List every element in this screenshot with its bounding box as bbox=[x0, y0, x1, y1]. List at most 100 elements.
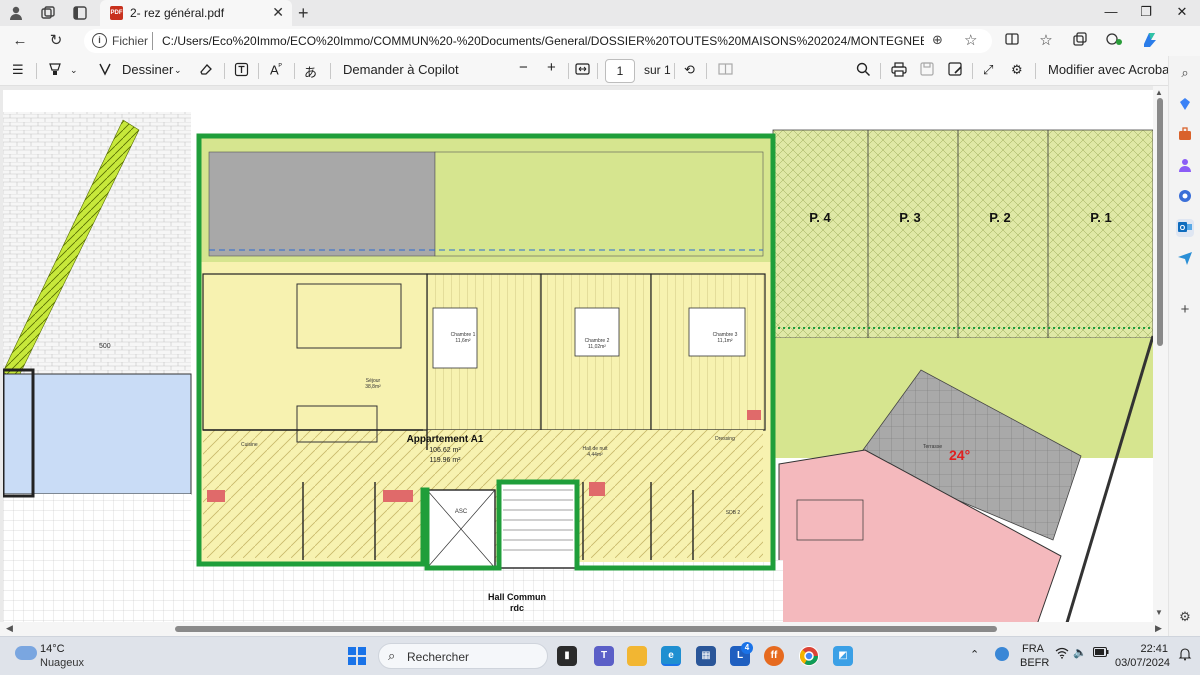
navigation-bar: ← ↻ i Fichier C:/Users/Eco%20Immo/ECO%20… bbox=[0, 26, 1200, 56]
weather-description[interactable]: Nuageux bbox=[40, 657, 84, 669]
workspaces-icon[interactable] bbox=[40, 5, 56, 21]
sidebar-search-icon[interactable]: ⌕ bbox=[1176, 64, 1194, 82]
onedrive-icon[interactable] bbox=[995, 647, 1009, 661]
sidebar-microsoft365-icon[interactable] bbox=[1176, 188, 1194, 206]
firefox-icon[interactable]: ff bbox=[764, 646, 784, 666]
horizontal-scroll-thumb[interactable] bbox=[175, 626, 997, 632]
teams-icon[interactable]: T bbox=[594, 646, 614, 666]
sidebar-shopping-icon[interactable] bbox=[1176, 96, 1194, 114]
keyboard-layout[interactable]: BEFR bbox=[1020, 657, 1049, 669]
url-text[interactable]: C:/Users/Eco%20Immo/ECO%20Immo/COMMUN%20… bbox=[162, 34, 924, 48]
favorite-star-icon[interactable]: ☆ bbox=[964, 31, 977, 49]
sidebar-games-icon[interactable] bbox=[1176, 157, 1194, 175]
weather-cloud-icon[interactable] bbox=[15, 646, 37, 660]
back-icon[interactable]: ← bbox=[10, 31, 30, 51]
new-tab-icon[interactable]: + bbox=[298, 3, 309, 24]
collections-icon[interactable] bbox=[1070, 31, 1090, 51]
highlight-chevron-icon[interactable]: ⌄ bbox=[70, 65, 78, 76]
parking-label-p3: P. 3 bbox=[899, 210, 920, 225]
tab-close-icon[interactable]: ✕ bbox=[272, 4, 284, 21]
scroll-left-icon[interactable]: ◀ bbox=[6, 623, 13, 634]
read-aloud-icon[interactable]: Aᴾ bbox=[270, 62, 282, 77]
tray-chevron-up-icon[interactable]: ⌃ bbox=[970, 648, 979, 661]
battery-icon[interactable] bbox=[1093, 647, 1109, 660]
pdf-viewport[interactable]: P. 4 P. 3 P. 2 P. 1 24° Appartement A1 1… bbox=[0, 86, 1168, 636]
edge-sidebar: ⌕ O + ⚙ bbox=[1168, 56, 1200, 636]
sidebar-settings-icon[interactable]: ⚙ bbox=[1176, 608, 1194, 626]
pdf-page[interactable]: P. 4 P. 3 P. 2 P. 1 24° Appartement A1 1… bbox=[3, 90, 1153, 636]
chrome-icon[interactable] bbox=[799, 646, 819, 666]
draw-icon[interactable] bbox=[98, 62, 112, 79]
close-window-icon[interactable]: ✕ bbox=[1172, 4, 1192, 20]
horizontal-scrollbar[interactable]: ◀ ▶ bbox=[0, 622, 1168, 636]
info-icon[interactable]: i bbox=[92, 33, 107, 48]
scroll-down-icon[interactable]: ▼ bbox=[1155, 608, 1163, 617]
pdf-file-icon: PDF bbox=[110, 6, 123, 20]
zoom-in-icon[interactable]: + bbox=[547, 59, 556, 76]
fullscreen-icon[interactable]: ⤢ bbox=[983, 62, 993, 78]
zoom-out-icon[interactable]: − bbox=[519, 59, 528, 76]
split-screen-icon[interactable] bbox=[1002, 31, 1022, 51]
parking-label-p2: P. 2 bbox=[989, 210, 1010, 225]
svg-text:O: O bbox=[1180, 225, 1186, 232]
language-code[interactable]: FRA bbox=[1022, 643, 1044, 655]
sidebar-add-icon[interactable]: + bbox=[1176, 301, 1194, 319]
settings-gear-icon[interactable]: ⚙ bbox=[1011, 62, 1023, 78]
living-room-label: Séjour 38,8m² bbox=[365, 378, 381, 390]
vertical-tabs-icon[interactable] bbox=[72, 5, 88, 21]
eraser-icon[interactable] bbox=[198, 62, 213, 79]
save-as-icon[interactable] bbox=[948, 62, 963, 79]
refresh-icon[interactable]: ↻ bbox=[46, 31, 66, 51]
profile-icon[interactable] bbox=[8, 5, 24, 21]
print-icon[interactable] bbox=[891, 62, 907, 80]
edit-with-acrobat-button[interactable]: Modifier avec Acrobat bbox=[1048, 62, 1173, 77]
task-view-icon[interactable]: ▮ bbox=[557, 646, 577, 666]
pdf-toolbar: ☰ ⌄ Dessiner ⌄ Aᴾ あ Demander à Copilot −… bbox=[0, 56, 1173, 86]
toolbar-separator bbox=[706, 63, 707, 79]
scroll-up-icon[interactable]: ▲ bbox=[1155, 88, 1163, 97]
taskbar-search-input[interactable]: ⌕ Rechercher bbox=[378, 643, 548, 669]
draw-chevron-icon[interactable]: ⌄ bbox=[174, 65, 182, 76]
vertical-scroll-thumb[interactable] bbox=[1157, 98, 1163, 346]
sidebar-outlook-icon[interactable]: O bbox=[1176, 219, 1194, 237]
draw-button[interactable]: Dessiner bbox=[122, 62, 173, 77]
save-icon[interactable] bbox=[920, 62, 934, 79]
contents-icon[interactable]: ☰ bbox=[12, 62, 24, 78]
copilot-icon[interactable] bbox=[1140, 30, 1160, 50]
fit-page-icon[interactable] bbox=[575, 62, 590, 79]
store-icon[interactable]: ▦ bbox=[696, 646, 716, 666]
weather-temperature[interactable]: 14°C bbox=[40, 643, 65, 655]
angle-label: 24° bbox=[949, 447, 970, 463]
address-separator bbox=[152, 32, 153, 50]
elevator-label: ASC bbox=[455, 509, 468, 515]
find-icon[interactable] bbox=[856, 62, 871, 80]
edge-icon[interactable]: e bbox=[661, 646, 681, 666]
browser-essentials-icon[interactable] bbox=[1104, 31, 1124, 51]
toolbar-separator bbox=[972, 63, 973, 79]
highlight-icon[interactable] bbox=[48, 62, 62, 79]
scroll-right-icon[interactable]: ▶ bbox=[1155, 623, 1162, 634]
clock-date[interactable]: 03/07/2024 bbox=[1115, 657, 1170, 669]
rotate-icon[interactable]: ⟲ bbox=[684, 62, 695, 78]
translate-icon[interactable]: あ bbox=[304, 62, 317, 81]
text-box-icon[interactable] bbox=[234, 62, 249, 80]
favorites-icon[interactable]: ☆ bbox=[1036, 31, 1056, 51]
zoom-icon[interactable]: ⊕ bbox=[932, 32, 943, 48]
address-bar[interactable]: i Fichier C:/Users/Eco%20Immo/ECO%20Immo… bbox=[84, 29, 992, 53]
tab-pdf[interactable]: PDF 2- rez général.pdf ✕ bbox=[100, 0, 292, 26]
page-number-input[interactable]: 1 bbox=[605, 59, 635, 83]
maximize-icon[interactable]: ❐ bbox=[1136, 4, 1156, 20]
vertical-scrollbar[interactable]: ▲ ▼ bbox=[1153, 86, 1168, 636]
file-explorer-icon[interactable] bbox=[627, 646, 647, 666]
sidebar-tools-icon[interactable] bbox=[1176, 126, 1194, 144]
page-view-icon[interactable] bbox=[718, 62, 733, 79]
wifi-icon[interactable] bbox=[1055, 647, 1069, 662]
minimize-icon[interactable]: — bbox=[1101, 4, 1121, 19]
clock-time[interactable]: 22:41 bbox=[1124, 643, 1168, 655]
windows-start-icon[interactable] bbox=[348, 647, 366, 665]
notifications-icon[interactable] bbox=[1178, 647, 1192, 664]
photos-icon[interactable]: ◩ bbox=[833, 646, 853, 666]
copilot-ask-button[interactable]: Demander à Copilot bbox=[343, 62, 459, 77]
volume-icon[interactable]: 🔈 bbox=[1073, 646, 1087, 659]
sidebar-send-icon[interactable] bbox=[1176, 250, 1194, 268]
